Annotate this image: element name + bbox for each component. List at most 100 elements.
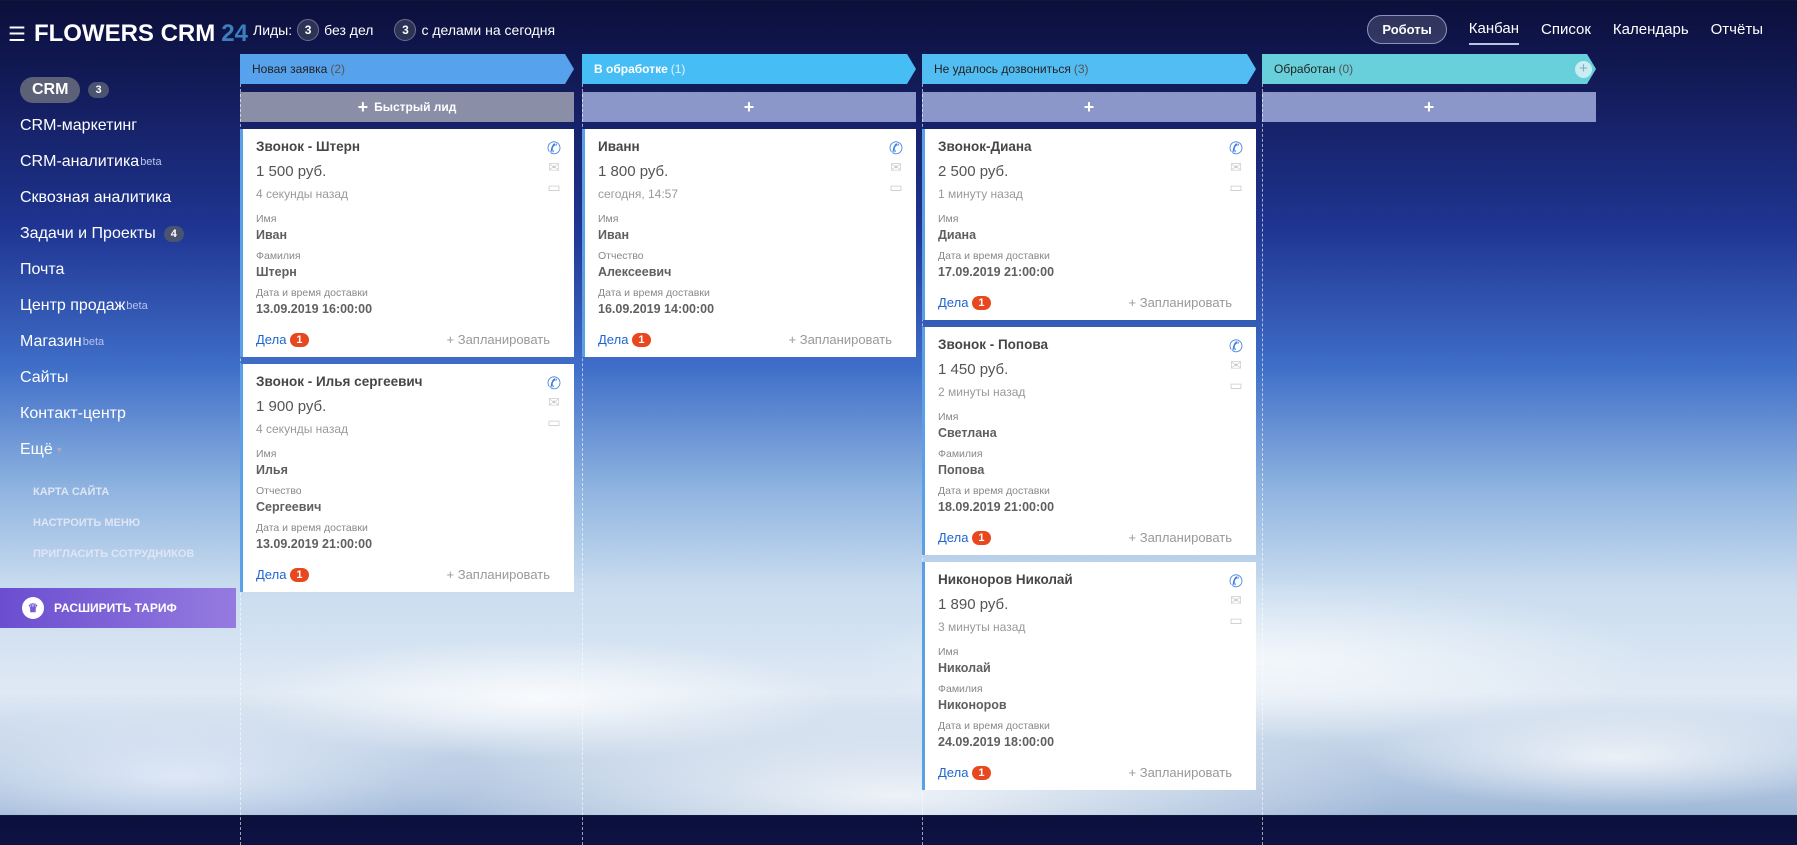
tab-calendar[interactable]: Календарь [1613,21,1689,44]
deals-link[interactable]: Дела 1 [938,530,991,545]
leads-label: Лиды: [253,22,293,38]
card-footer: Дела 1 + Запланировать [938,765,1244,780]
lead-card[interactable]: Звонок-Диана 2 500 руб. 1 минуту назад ✆ ✉ ▭ И… [922,129,1256,320]
column-title: Новая заявка [252,62,328,76]
lead-card[interactable]: Звонок - Попова 1 450 руб. 2 минуты назад ✆… [922,327,1256,555]
no-deals-count[interactable]: 3 [297,19,320,41]
comment-icon[interactable]: ▭ [1228,179,1244,196]
mail-icon[interactable]: ✉ [1228,357,1244,374]
card-footer: Дела 1 + Запланировать [256,332,562,347]
comment-icon[interactable]: ▭ [1228,612,1244,629]
mail-icon[interactable]: ✉ [1228,159,1244,176]
beta-label: beta [82,336,105,348]
deals-link[interactable]: Дела 1 [256,567,309,582]
comment-icon[interactable]: ▭ [546,414,562,431]
add-column-icon[interactable]: + [1575,61,1592,78]
sidebar-item-7[interactable]: Магазин beta [20,324,184,360]
today-deals-count[interactable]: 3 [394,19,417,41]
add-item-button[interactable]: + [582,92,916,122]
card-title[interactable]: Звонок-Диана [938,139,1244,159]
mail-icon[interactable]: ✉ [888,159,904,176]
card-title[interactable]: Звонок - Штерн [256,139,562,159]
tab-kanban[interactable]: Канбан [1468,20,1519,45]
phone-icon[interactable]: ✆ [1228,337,1244,357]
add-item-button[interactable]: + [922,92,1256,122]
sidebar-item-0[interactable]: CRM 3 [20,72,184,108]
comment-icon[interactable]: ▭ [546,179,562,196]
schedule-button[interactable]: + Запланировать [1129,530,1232,545]
leads-stats: Лиды: 3 без дел 3 с делами на сегодня [253,19,555,41]
sidebar-item-9[interactable]: Контакт-центр [20,396,184,432]
robots-button[interactable]: Роботы [1367,15,1447,44]
today-deals-label[interactable]: с делами на сегодня [421,22,555,38]
mail-icon[interactable]: ✉ [1228,592,1244,609]
column-header[interactable]: Не удалось дозвониться (3) [922,54,1256,84]
sidebar-link-0[interactable]: КАРТА САЙТА [33,486,194,517]
sidebar-item-label: Сквозная аналитика [20,189,172,206]
phone-icon[interactable]: ✆ [546,139,562,159]
sidebar-item-count: 3 [88,82,109,98]
tab-reports[interactable]: Отчёты [1711,21,1763,44]
sidebar-link-1[interactable]: НАСТРОИТЬ МЕНЮ [33,517,194,548]
deals-count-badge: 1 [972,765,991,780]
deals-link[interactable]: Дела 1 [598,332,651,347]
phone-icon[interactable]: ✆ [1228,139,1244,159]
deals-label: Дела [938,530,969,545]
card-title[interactable]: Никоноров Николай [938,572,1244,592]
mail-icon[interactable]: ✉ [546,394,562,411]
phone-icon[interactable]: ✆ [1228,572,1244,592]
phone-icon[interactable]: ✆ [546,374,562,394]
sidebar-item-4[interactable]: Задачи и Проекты 4 [20,216,184,252]
card-title[interactable]: Звонок - Илья сергеевич [256,374,562,394]
deals-link[interactable]: Дела 1 [938,765,991,780]
card-title[interactable]: Иванн [598,139,904,159]
phone-icon[interactable]: ✆ [888,139,904,159]
lead-card[interactable]: Звонок - Илья сергеевич 1 900 руб. 4 секун… [240,364,574,592]
schedule-button[interactable]: + Запланировать [447,567,550,582]
sidebar-item-1[interactable]: CRM-маркетинг [20,108,184,144]
no-deals-label[interactable]: без дел [324,22,373,38]
tab-list[interactable]: Список [1541,21,1591,44]
deals-link[interactable]: Дела 1 [256,332,309,347]
sidebar-item-10[interactable]: Ещё ▾ [20,432,184,468]
deals-link[interactable]: Дела 1 [938,295,991,310]
comment-icon[interactable]: ▭ [1228,377,1244,394]
kanban-column: Новая заявка (2) + Быстрый лид Звонок - Штер… [240,54,574,845]
sidebar-menu: CRM 3 CRM-маркетинг CRM-аналитика beta Сквозн… [20,72,184,468]
field-value: Диана [938,228,977,242]
sidebar-item-3[interactable]: Сквозная аналитика [20,180,184,216]
deals-count-badge: 1 [972,295,991,310]
sidebar-item-2[interactable]: CRM-аналитика beta [20,144,184,180]
sidebar-item-8[interactable]: Сайты [20,360,184,396]
sidebar-item-6[interactable]: Центр продаж beta [20,288,184,324]
menu-burger-icon[interactable]: ☰ [8,22,26,47]
schedule-button[interactable]: + Запланировать [789,332,892,347]
sidebar-item-label: CRM [20,77,81,103]
mail-icon[interactable]: ✉ [546,159,562,176]
logo[interactable]: ☰ FLOWERS CRM 24 [8,20,248,48]
lead-card[interactable]: Иванн 1 800 руб. сегодня, 14:57 ✆ ✉ ▭ Имя Иван О… [582,129,916,357]
comment-icon[interactable]: ▭ [888,179,904,196]
sidebar-item-label: Контакт-центр [20,405,126,422]
lead-card[interactable]: Никоноров Николай 1 890 руб. 3 минуты наза… [922,562,1256,790]
field-value: 13.09.2019 21:00:00 [256,537,373,551]
field-label: Имя [938,411,959,423]
sidebar-item-5[interactable]: Почта [20,252,184,288]
column-header[interactable]: Новая заявка (2) [240,54,574,84]
deals-count-badge: 1 [290,332,309,347]
column-header[interactable]: В обработке (1) [582,54,916,84]
lead-card[interactable]: Звонок - Штерн 1 500 руб. 4 секунды назад ✆… [240,129,574,357]
schedule-button[interactable]: + Запланировать [1129,765,1232,780]
sidebar-item-label: Центр продаж [20,297,126,314]
schedule-button[interactable]: + Запланировать [447,332,550,347]
quick-lead-button[interactable]: + Быстрый лид [240,92,574,122]
card-title[interactable]: Звонок - Попова [938,337,1244,357]
column-header[interactable]: Обработан (0) + [1262,54,1596,84]
add-item-button[interactable]: + [1262,92,1596,122]
schedule-button[interactable]: + Запланировать [1129,295,1232,310]
sidebar-item-label: CRM-аналитика [20,153,140,170]
sidebar-link-2[interactable]: ПРИГЛАСИТЬ СОТРУДНИКОВ [33,548,194,579]
field-label: Имя [256,213,277,225]
upgrade-plan-button[interactable]: ♛ РАСШИРИТЬ ТАРИФ [0,588,236,628]
card-footer: Дела 1 + Запланировать [598,332,904,347]
